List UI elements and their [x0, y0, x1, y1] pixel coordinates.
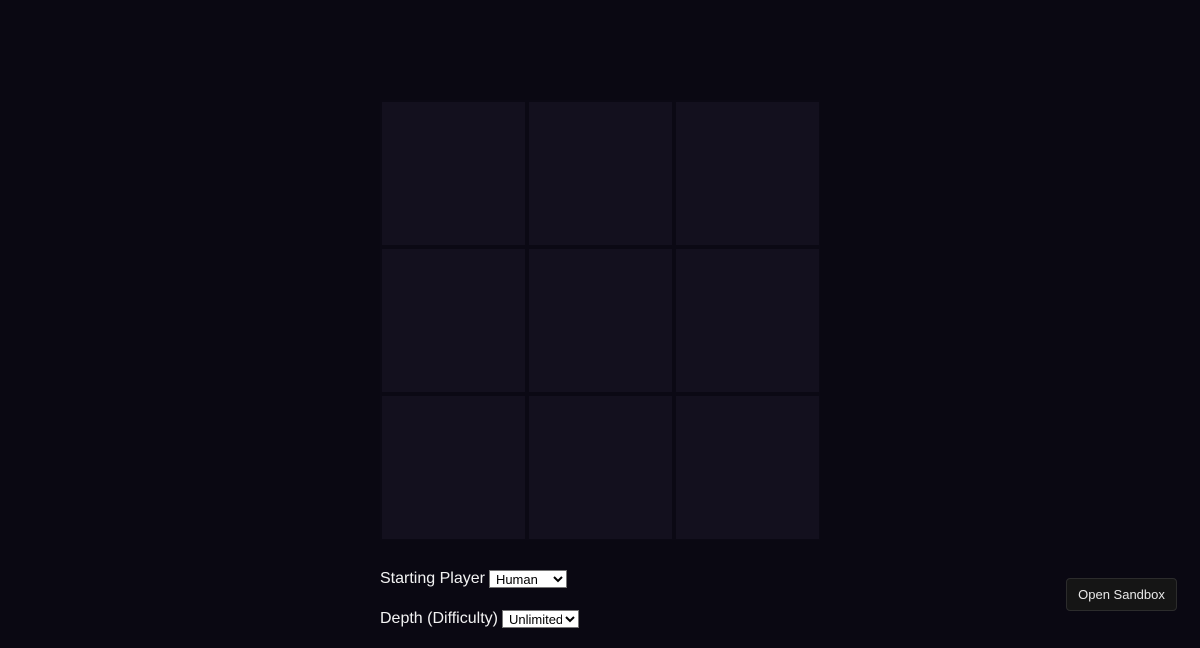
board-cell-8[interactable] — [676, 396, 819, 539]
board-cell-1[interactable] — [529, 102, 672, 245]
board-cell-0[interactable] — [382, 102, 525, 245]
starting-player-row: Starting Player Human — [380, 568, 579, 590]
board-cell-2[interactable] — [676, 102, 819, 245]
starting-player-label: Starting Player — [380, 570, 485, 587]
game-board — [380, 100, 820, 540]
board-cell-3[interactable] — [382, 249, 525, 392]
board-cell-5[interactable] — [676, 249, 819, 392]
depth-row: Depth (Difficulty) Unlimited — [380, 608, 579, 630]
game-controls: Starting Player Human Depth (Difficulty)… — [380, 568, 579, 648]
depth-label: Depth (Difficulty) — [380, 610, 498, 627]
open-sandbox-button[interactable]: Open Sandbox — [1066, 578, 1177, 611]
starting-player-select[interactable]: Human — [488, 570, 567, 588]
board-cell-4[interactable] — [529, 249, 672, 392]
depth-select[interactable]: Unlimited — [501, 610, 579, 628]
board-cell-6[interactable] — [382, 396, 525, 539]
board-cell-7[interactable] — [529, 396, 672, 539]
